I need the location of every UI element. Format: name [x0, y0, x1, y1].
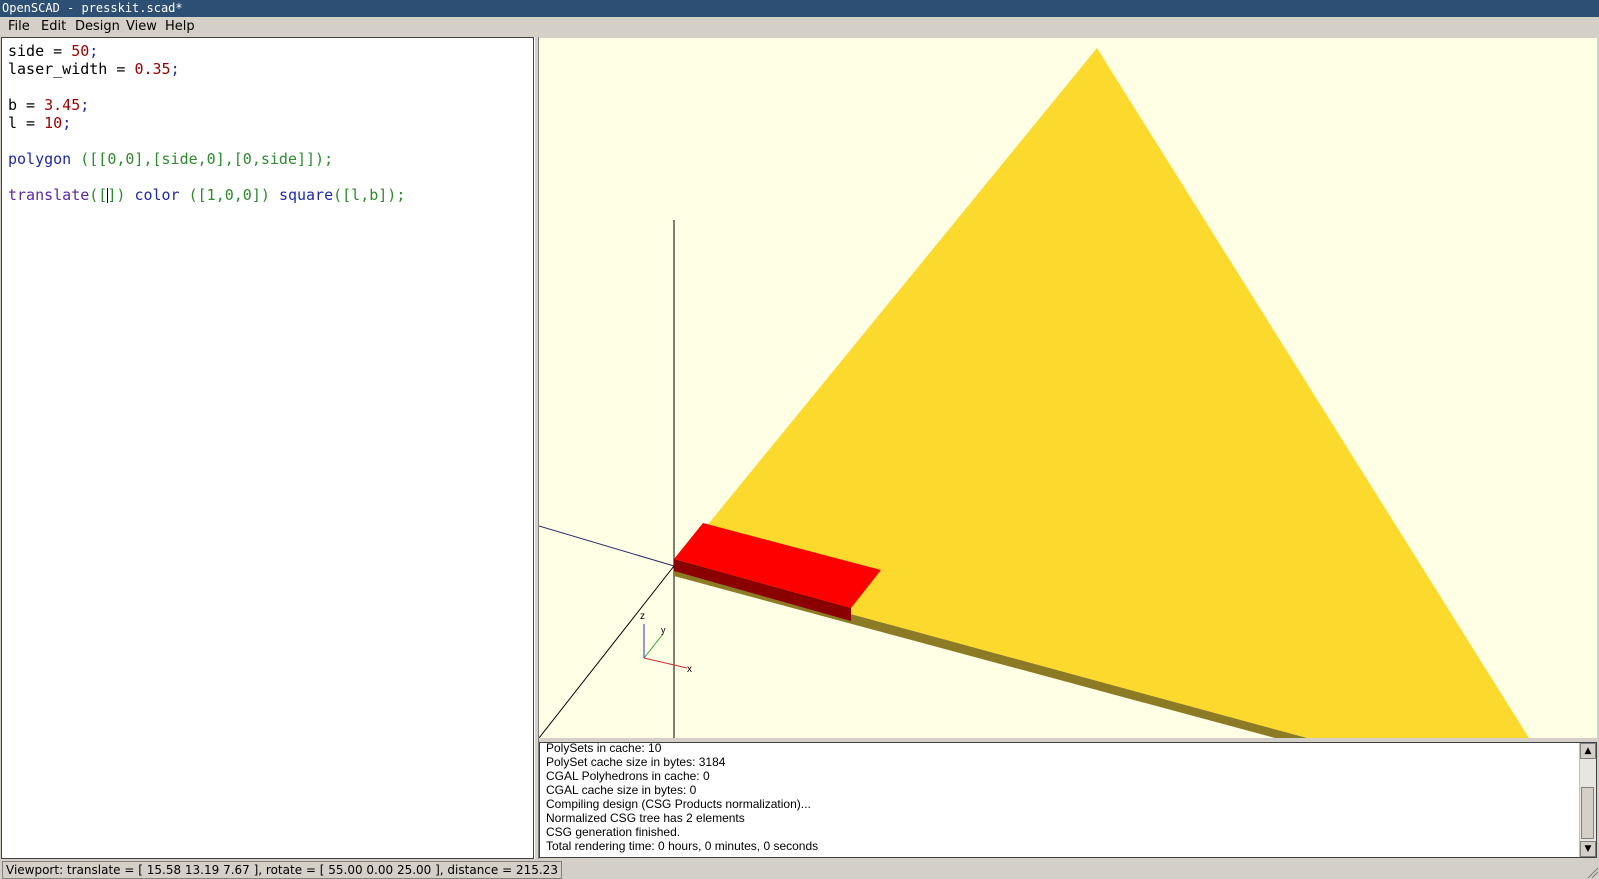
code-semicolon: ;: [170, 60, 180, 78]
code-operator: =: [107, 60, 135, 78]
console-line: Normalized CSG tree has 2 elements: [546, 811, 745, 825]
menu-help[interactable]: Help: [163, 19, 197, 35]
code-line-9: translate([]) color ([1,0,0]) square([l,…: [8, 186, 405, 204]
console-line: PolySet cache size in bytes: 3184: [546, 755, 726, 769]
code-semicolon: ;: [89, 42, 99, 60]
code-semicolon: ;: [62, 114, 72, 132]
axis-label-y: y: [661, 625, 666, 635]
code-identifier: b: [8, 96, 18, 114]
console-scrollbar[interactable]: ▲ ▼: [1579, 743, 1596, 857]
3d-render-svg: x y z: [539, 48, 1529, 738]
window-title-bar: OpenSCAD - presskit.scad*: [0, 0, 1599, 17]
axis-indicator-x: [643, 657, 688, 669]
code-operator: =: [17, 114, 45, 132]
scroll-up-arrow-icon[interactable]: ▲: [1580, 743, 1596, 759]
code-identifier: l: [8, 114, 18, 132]
menu-design[interactable]: Design: [73, 19, 122, 35]
code-keyword: polygon: [8, 150, 72, 168]
status-bar: Viewport: translate = [ 15.58 13.19 7.67…: [0, 859, 1599, 879]
code-bracket: ([: [89, 186, 108, 204]
code-arguments: ([l,b]);: [333, 186, 406, 204]
code-arguments: ([1,0,0]): [179, 186, 279, 204]
code-keyword: square: [278, 186, 334, 204]
console-line: CGAL cache size in bytes: 0: [546, 783, 697, 797]
code-number: 3.45: [44, 96, 81, 114]
axis-label-z: z: [640, 611, 645, 622]
3d-viewport[interactable]: x y z: [539, 38, 1597, 738]
menu-file[interactable]: File: [6, 19, 32, 35]
code-operator: =: [17, 96, 45, 114]
console-line: Total rendering time: 0 hours, 0 minutes…: [546, 839, 819, 853]
code-semicolon: ;: [80, 96, 90, 114]
console-line: CSG generation finished.: [546, 825, 681, 839]
code-line-1: side = 50;: [8, 42, 98, 60]
menu-edit[interactable]: Edit: [39, 19, 68, 35]
code-number: 10: [44, 114, 63, 132]
code-keyword: color: [134, 186, 180, 204]
resize-grip-icon[interactable]: [1586, 866, 1598, 878]
code-line-7: polygon ([[0,0],[side,0],[0,side]]);: [8, 150, 333, 168]
viewport-status-text: Viewport: translate = [ 15.58 13.19 7.67…: [2, 861, 562, 879]
code-bracket: ]): [107, 186, 135, 204]
triangle-face: [674, 48, 1529, 738]
code-arguments: ([[0,0],[side,0],[0,side]]);: [71, 150, 334, 168]
console-scroll-thumb[interactable]: [1581, 787, 1594, 839]
menu-bar: File Edit Design View Help: [0, 17, 1599, 37]
scroll-down-arrow-icon[interactable]: ▼: [1580, 841, 1596, 857]
console-line: Compiling design (CSG Products normaliza…: [546, 797, 811, 811]
axis-label-x: x: [687, 664, 692, 675]
code-editor[interactable]: side = 50; laser_width = 0.35; b = 3.45;…: [1, 37, 534, 859]
code-number: 0.35: [134, 60, 171, 78]
menu-view[interactable]: View: [124, 19, 159, 35]
axis-indicator-y: [643, 633, 664, 659]
y-axis-line: [539, 565, 675, 738]
code-identifier: laser_width: [8, 60, 108, 78]
window-title: OpenSCAD - presskit.scad*: [2, 1, 183, 15]
console-output[interactable]: PolySets in cache: 10 PolySet cache size…: [539, 742, 1597, 858]
console-line: PolySets in cache: 10: [546, 742, 662, 755]
code-number: 50: [71, 42, 90, 60]
code-line-2: laser_width = 0.35;: [8, 60, 180, 78]
x-axis-line: [539, 525, 675, 567]
code-identifier: side: [8, 42, 45, 60]
code-operator: =: [44, 42, 72, 60]
code-line-5: l = 10;: [8, 114, 71, 132]
code-line-4: b = 3.45;: [8, 96, 89, 114]
code-keyword: translate: [8, 186, 90, 204]
console-line: CGAL Polyhedrons in cache: 0: [546, 769, 710, 783]
